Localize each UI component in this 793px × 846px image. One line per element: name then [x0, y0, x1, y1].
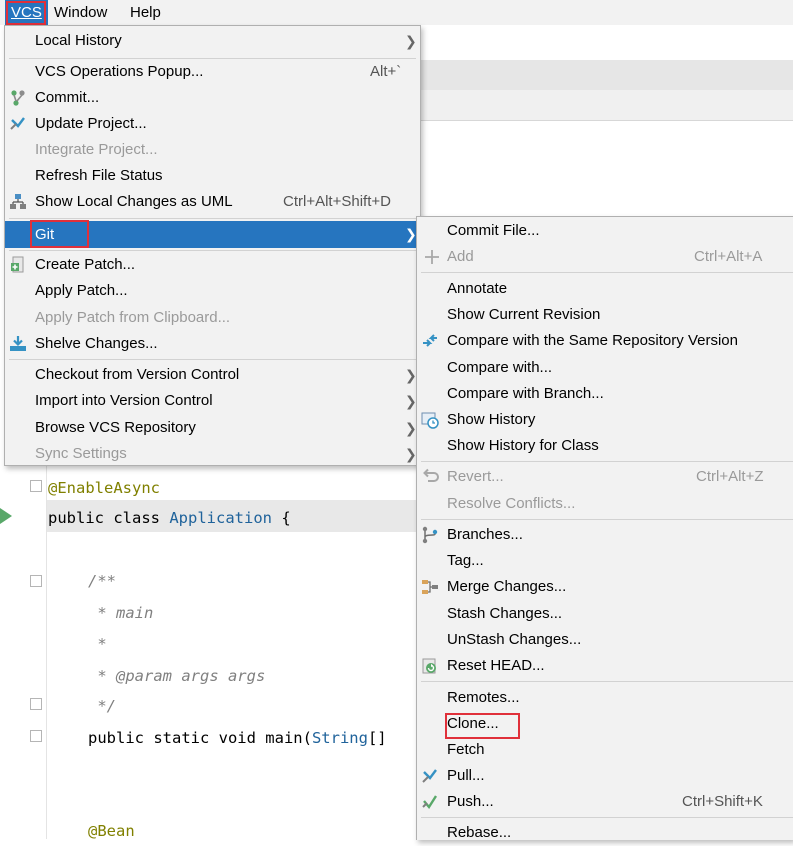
commit-icon [11, 90, 25, 106]
menu-item-commit[interactable]: Commit... [5, 85, 420, 111]
menu-item-compare-with[interactable]: Compare with... [417, 355, 793, 381]
submenu-arrow-icon: ❯ [405, 393, 417, 409]
menu-item-browse-vcs[interactable]: Browse VCS Repository ❯ [5, 415, 420, 441]
menu-help[interactable]: Help [124, 0, 167, 25]
menu-vcs[interactable]: VCS [5, 0, 48, 25]
menu-item-rebase[interactable]: Rebase... [417, 820, 793, 846]
submenu-arrow-icon: ❯ [405, 367, 417, 383]
menu-separator [9, 250, 416, 251]
code-line: /** [88, 572, 116, 590]
menu-item-show-current-revision[interactable]: Show Current Revision [417, 302, 793, 328]
menu-item-pull[interactable]: Pull... [417, 763, 793, 789]
menu-item-revert[interactable]: Revert... Ctrl+Alt+Z [417, 464, 793, 490]
menu-item-remotes[interactable]: Remotes... [417, 685, 793, 711]
menu-item-sync-settings[interactable]: Sync Settings ❯ [5, 441, 420, 467]
menu-separator [421, 817, 793, 818]
compare-icon [423, 334, 437, 347]
menu-item-commit-file[interactable]: Commit File... [417, 218, 793, 244]
code-line: * [88, 635, 107, 653]
vcs-dropdown-menu: Local History ❯ VCS Operations Popup... … [4, 25, 421, 466]
menu-item-compare-branch[interactable]: Compare with Branch... [417, 381, 793, 407]
menu-item-merge-changes[interactable]: Merge Changes... [417, 574, 793, 600]
code-line: @Bean [88, 822, 135, 840]
code-line: * main [88, 604, 154, 622]
fold-marker-icon[interactable] [30, 730, 42, 742]
code-line: public static void main(String[] [88, 729, 387, 747]
uml-diagram-icon [10, 194, 26, 209]
menu-bar: VCS Window Help [0, 0, 793, 25]
code-line: * @param args args [88, 667, 266, 685]
menu-item-show-history-class[interactable]: Show History for Class [417, 433, 793, 459]
add-icon [425, 250, 439, 264]
reset-head-icon [422, 658, 436, 674]
menu-item-add[interactable]: Add Ctrl+Alt+A [417, 244, 793, 270]
menu-item-clone[interactable]: Clone... [417, 711, 793, 737]
git-submenu: Commit File... Add Ctrl+Alt+A Annotate S… [416, 216, 793, 841]
menu-separator [421, 681, 793, 682]
fold-marker-icon[interactable] [30, 575, 42, 587]
menu-separator [421, 272, 793, 273]
submenu-arrow-icon: ❯ [405, 226, 417, 242]
menu-item-compare-same-repo[interactable]: Compare with the Same Repository Version [417, 328, 793, 354]
menu-item-update-project[interactable]: Update Project... [5, 111, 420, 137]
merge-icon [422, 580, 438, 594]
menu-separator [421, 519, 793, 520]
menu-item-unstash-changes[interactable]: UnStash Changes... [417, 627, 793, 653]
menu-item-refresh-file-status[interactable]: Refresh File Status [5, 163, 420, 189]
menu-item-create-patch[interactable]: Create Patch... [5, 252, 420, 278]
menu-item-stash-changes[interactable]: Stash Changes... [417, 601, 793, 627]
menu-item-fetch[interactable]: Fetch [417, 737, 793, 763]
push-icon [422, 795, 438, 810]
run-icon[interactable] [0, 508, 12, 524]
menu-item-git[interactable]: Git ❯ [5, 221, 420, 248]
menu-item-tag[interactable]: Tag... [417, 548, 793, 574]
menu-item-push[interactable]: Push... Ctrl+Shift+K [417, 789, 793, 815]
revert-icon [423, 468, 439, 482]
menu-item-branches[interactable]: Branches... [417, 522, 793, 548]
pull-icon [422, 769, 437, 783]
menu-item-annotate[interactable]: Annotate [417, 276, 793, 302]
menu-item-apply-patch[interactable]: Apply Patch... [5, 278, 420, 304]
menu-separator [9, 359, 416, 360]
code-line: @EnableAsync [48, 479, 160, 497]
editor-breadcrumb-strip [420, 90, 793, 121]
history-icon [421, 412, 439, 429]
menu-item-vcs-operations-popup[interactable]: VCS Operations Popup... Alt+` [5, 59, 420, 85]
code-line: public class Application { [48, 509, 291, 527]
menu-item-local-history[interactable]: Local History ❯ [5, 28, 420, 54]
menu-item-reset-head[interactable]: Reset HEAD... [417, 653, 793, 679]
menu-item-shelve-changes[interactable]: Shelve Changes... [5, 331, 420, 357]
menu-separator [421, 461, 793, 462]
update-project-icon [10, 117, 25, 130]
submenu-arrow-icon: ❯ [405, 33, 417, 49]
fold-marker-icon[interactable] [30, 698, 42, 710]
fold-marker-icon[interactable] [30, 480, 42, 492]
submenu-arrow-icon: ❯ [405, 446, 417, 462]
menu-item-integrate-project[interactable]: Integrate Project... [5, 137, 420, 163]
editor-tab-strip [420, 60, 793, 91]
create-patch-icon [11, 256, 24, 273]
menu-item-apply-patch-clipboard[interactable]: Apply Patch from Clipboard... [5, 305, 420, 331]
shelve-icon [10, 336, 26, 351]
branches-icon [422, 526, 438, 544]
menu-item-import[interactable]: Import into Version Control ❯ [5, 388, 420, 414]
menu-item-show-local-changes-uml[interactable]: Show Local Changes as UML Ctrl+Alt+Shift… [5, 189, 420, 215]
menu-window[interactable]: Window [48, 0, 113, 25]
menu-item-show-history[interactable]: Show History [417, 407, 793, 433]
menu-item-resolve-conflicts[interactable]: Resolve Conflicts... [417, 491, 793, 517]
submenu-arrow-icon: ❯ [405, 420, 417, 436]
menu-item-checkout[interactable]: Checkout from Version Control ❯ [5, 362, 420, 388]
code-line: */ [88, 697, 116, 715]
menu-separator [9, 218, 416, 219]
